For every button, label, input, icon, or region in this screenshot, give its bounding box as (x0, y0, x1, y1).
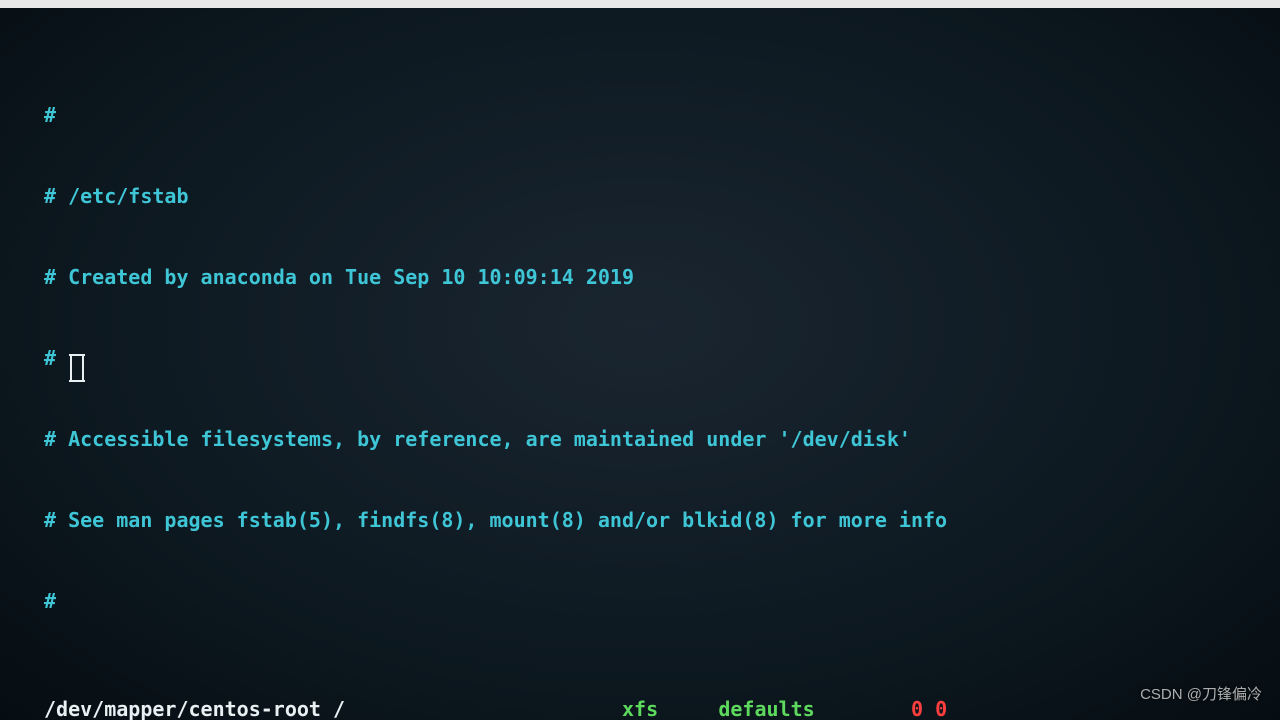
fstype: xfs (622, 697, 658, 720)
terminal-screen: # # /etc/fstab # Created by anaconda on … (0, 0, 1280, 720)
mouse-ibeam-cursor-icon (70, 355, 84, 381)
fstab-entry-root: /dev/mapper/centos-root / xfs defaults 0… (44, 696, 1260, 720)
comment-line: # /etc/fstab (44, 183, 1260, 210)
comment-line: # (44, 588, 1260, 615)
options: defaults (718, 697, 814, 720)
dump: 0 (911, 697, 923, 720)
comment-line: # (44, 345, 1260, 372)
vi-editor-area[interactable]: # # /etc/fstab # Created by anaconda on … (44, 48, 1260, 720)
comment-line: # Accessible filesystems, by reference, … (44, 426, 1260, 453)
mountpoint: / (333, 697, 345, 720)
comment-line: # (44, 102, 1260, 129)
comment-line: # See man pages fstab(5), findfs(8), mou… (44, 507, 1260, 534)
window-top-edge (0, 0, 1280, 8)
watermark-text: CSDN @刀锋偏冷 (1140, 681, 1262, 708)
pass: 0 (935, 697, 947, 720)
comment-line: # Created by anaconda on Tue Sep 10 10:0… (44, 264, 1260, 291)
device: /dev/mapper/centos-root (44, 697, 321, 720)
